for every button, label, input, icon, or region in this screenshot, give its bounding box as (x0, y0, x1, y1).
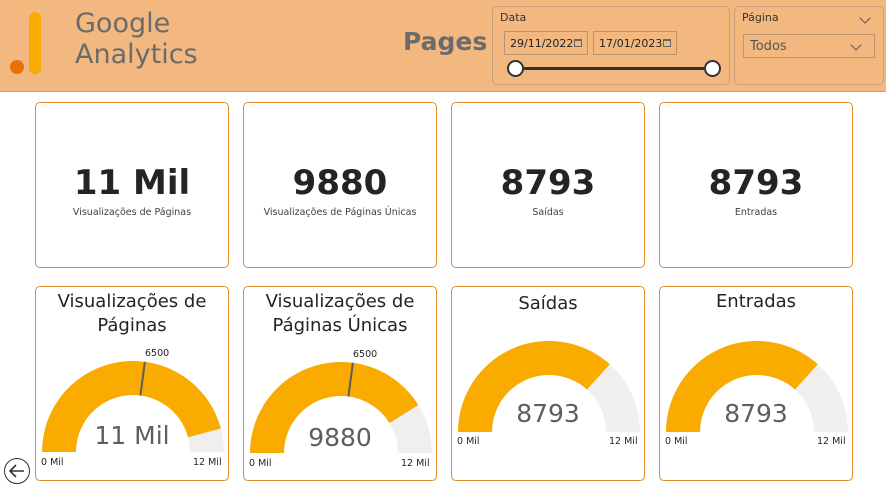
end-date-field[interactable]: 17/01/2023 (593, 31, 677, 55)
chevron-down-icon (850, 39, 862, 51)
gauge-chart (42, 361, 224, 452)
page-select[interactable]: Todos (743, 34, 875, 58)
kpi-value: 11 Mil (73, 163, 191, 203)
gauge-card-entrances: Entradas 8793 0 Mil 12 Mil (659, 286, 853, 481)
gauge-value: 8793 (516, 399, 580, 428)
gauge-min-label: 0 Mil (41, 457, 64, 468)
kpi-card-entrances: 8793 Entradas (659, 102, 853, 268)
kpi-label: Visualizações de Páginas Únicas (263, 207, 417, 218)
arrow-left-icon (8, 464, 24, 478)
calendar-icon (663, 39, 671, 47)
google-analytics-logo-icon (10, 12, 41, 74)
kpi-value: 8793 (500, 163, 596, 203)
gauge-value: 11 Mil (94, 421, 170, 450)
gauge-min-label: 0 Mil (249, 458, 272, 469)
kpi-label: Visualizações de Páginas (72, 207, 192, 218)
chevron-down-icon[interactable] (859, 12, 871, 24)
back-button[interactable] (4, 458, 30, 484)
gauge-card-unique-page-views: Visualizações de Páginas Únicas 9880 0 M… (243, 286, 437, 481)
date-range-start-handle[interactable] (507, 60, 524, 77)
kpi-card-page-views: 11 Mil Visualizações de Páginas (35, 102, 229, 268)
date-range-end-handle[interactable] (704, 60, 721, 77)
gauge-target-label: 6500 (145, 348, 170, 359)
gauge-target-label: 6500 (353, 349, 378, 360)
start-date-field[interactable]: 29/11/2022 (504, 31, 588, 55)
gauge-max-label: 12 Mil (817, 436, 846, 447)
gauge-value: 8793 (724, 399, 788, 428)
kpi-card-exits: 8793 Saídas (451, 102, 645, 268)
gauge-min-label: 0 Mil (457, 436, 480, 447)
gauge-value: 9880 (308, 423, 372, 452)
page-slicer-label: Página (742, 11, 779, 24)
calendar-icon (574, 39, 582, 47)
kpi-value: 8793 (708, 163, 804, 203)
date-range-track (515, 67, 713, 70)
kpi-label: Saídas (532, 207, 564, 218)
gauge-max-label: 12 Mil (401, 458, 430, 469)
gauge-max-label: 12 Mil (609, 436, 638, 447)
gauge-chart (458, 341, 640, 432)
logo-text: Google Analytics (75, 8, 198, 70)
date-slicer: Data 29/11/2022 17/01/2023 (492, 6, 730, 85)
gauge-card-page-views: Visualizações de Páginas 11 Mil 0 Mil 12… (35, 286, 229, 481)
gauge-card-exits: Saídas 8793 0 Mil 12 Mil (451, 286, 645, 481)
page-title: Pages (403, 27, 488, 56)
gauge-max-label: 12 Mil (193, 457, 222, 468)
kpi-label: Entradas (734, 207, 778, 218)
date-slicer-label: Data (500, 11, 527, 24)
gauge-min-label: 0 Mil (665, 436, 688, 447)
kpi-card-unique-page-views: 9880 Visualizações de Páginas Únicas (243, 102, 437, 268)
report-header: Google Analytics Pages Data 29/11/2022 1… (0, 0, 886, 92)
gauge-chart (666, 341, 848, 432)
kpi-value: 9880 (292, 163, 388, 203)
page-slicer: Página Todos (734, 6, 884, 85)
